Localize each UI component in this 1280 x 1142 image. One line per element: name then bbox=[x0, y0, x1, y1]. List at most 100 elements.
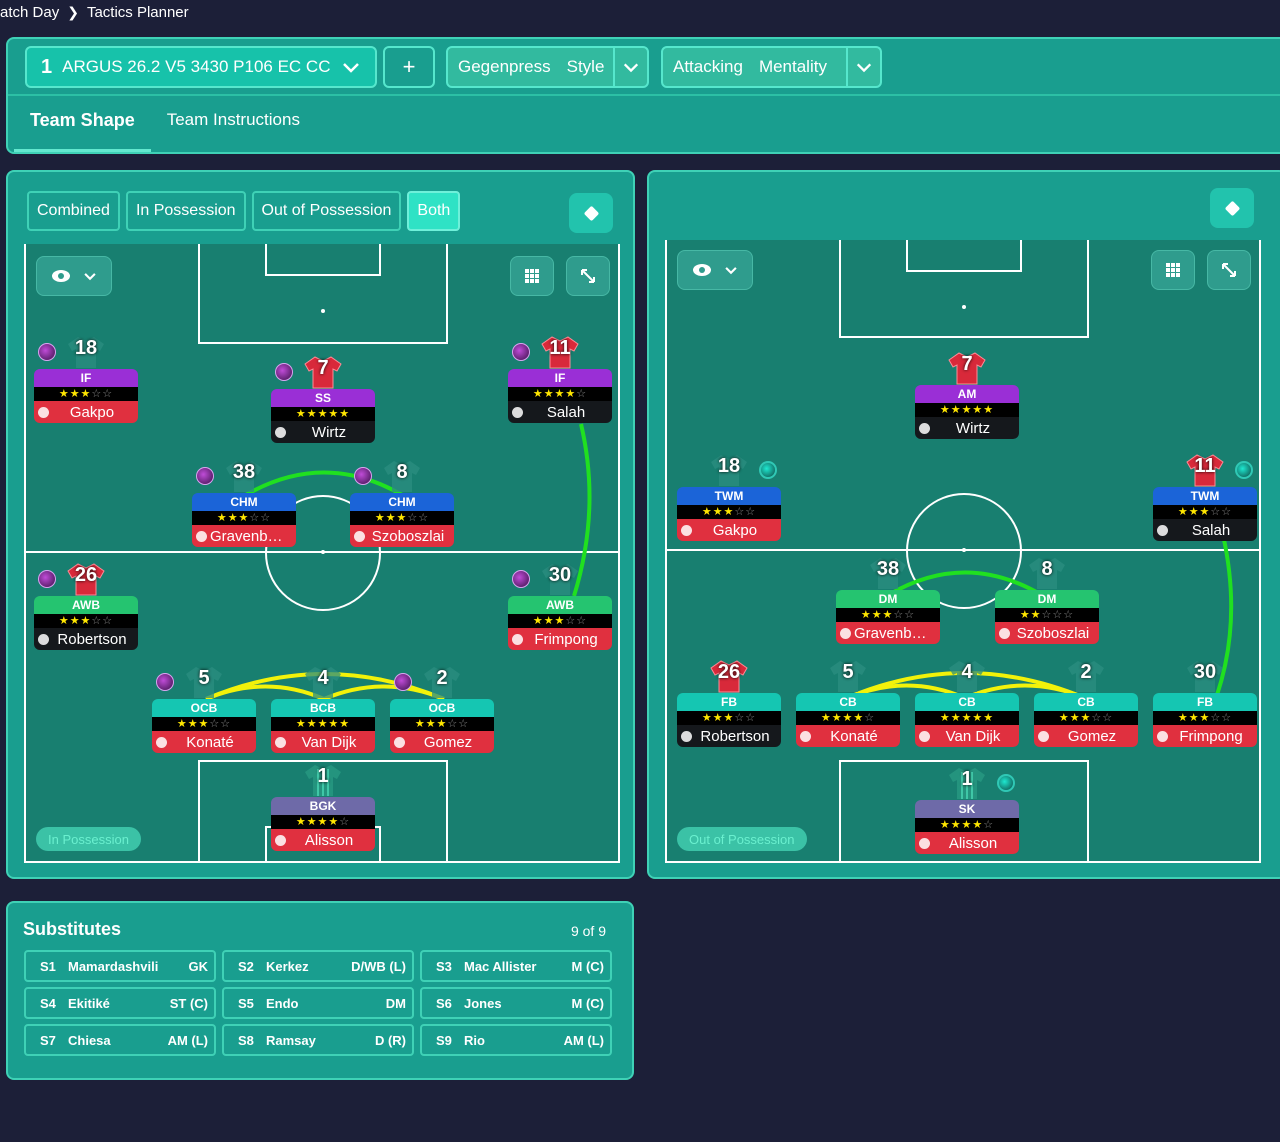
player-card[interactable]: 38 CHM ★★★☆☆ Gravenber... bbox=[192, 461, 296, 547]
role-label: CHM bbox=[350, 493, 454, 511]
player-card[interactable]: 11 IF ★★★★☆ Salah bbox=[508, 336, 612, 423]
out-of-possession-panel: Out of Possession 7 AM ★★★★★ Wirtz 18 TWM ★★★☆… bbox=[647, 170, 1280, 879]
chevron-down-icon bbox=[856, 63, 872, 73]
filter-both[interactable]: Both bbox=[407, 191, 461, 231]
substitute-item[interactable]: S7 Chiesa AM (L) bbox=[24, 1024, 216, 1056]
player-name: Wirtz bbox=[271, 421, 375, 443]
role-rating: ★★★☆☆ bbox=[192, 511, 296, 525]
visibility-dropdown[interactable] bbox=[36, 256, 112, 296]
diamond-icon bbox=[1224, 200, 1240, 216]
visibility-dropdown[interactable] bbox=[677, 250, 753, 290]
filter-out-of-possession[interactable]: Out of Possession bbox=[251, 191, 402, 231]
shirt-number: 1 bbox=[317, 765, 329, 787]
expand-button[interactable] bbox=[566, 256, 610, 296]
substitute-name: Kerkez bbox=[266, 958, 309, 974]
shirt-number: 26 bbox=[74, 564, 98, 586]
player-name: Robertson bbox=[677, 725, 781, 747]
grid-button[interactable] bbox=[1151, 250, 1195, 290]
shirt-number: 11 bbox=[549, 337, 571, 359]
expand-button[interactable] bbox=[1207, 250, 1251, 290]
substitute-name: Chiesa bbox=[68, 1032, 111, 1048]
expand-icon bbox=[1222, 263, 1236, 277]
formation-button[interactable] bbox=[569, 193, 613, 233]
substitute-slot: S9 bbox=[436, 1032, 452, 1048]
player-card[interactable]: 11 TWM ★★★☆☆ Salah bbox=[1153, 454, 1257, 541]
player-card[interactable]: 1 SK ★★★★☆ Alisson bbox=[915, 768, 1019, 854]
person-icon bbox=[512, 633, 523, 645]
player-card[interactable]: 7 AM ★★★★★ Wirtz bbox=[915, 352, 1019, 439]
player-name: Van Dijk bbox=[915, 725, 1019, 747]
person-icon bbox=[38, 406, 49, 418]
mentality-chevron-button[interactable] bbox=[846, 48, 880, 86]
player-card[interactable]: 18 IF ★★★☆☆ Gakpo bbox=[34, 337, 138, 423]
substitute-item[interactable]: S9 Rio AM (L) bbox=[420, 1024, 612, 1056]
pitch-in-possession: In Possession 18 IF ★★★☆☆ Gakpo 7 SS ★★★★★ Wirt… bbox=[24, 244, 620, 863]
role-label: SK bbox=[915, 800, 1019, 818]
substitute-item[interactable]: S3 Mac Allister M (C) bbox=[420, 950, 612, 982]
substitute-item[interactable]: S1 Mamardashvili GK bbox=[24, 950, 216, 982]
filter-combined[interactable]: Combined bbox=[27, 191, 120, 231]
tactic-number: 1 bbox=[41, 55, 53, 78]
player-card[interactable]: 5 OCB ★★★☆☆ Konaté bbox=[152, 667, 256, 753]
player-card[interactable]: 1 BGK ★★★★☆ Alisson bbox=[271, 765, 375, 851]
role-rating: ★★★☆☆ bbox=[34, 387, 138, 401]
role-label: TWM bbox=[677, 487, 781, 505]
player-card[interactable]: 26 FB ★★★☆☆ Robertson bbox=[677, 660, 781, 747]
role-label: TWM bbox=[1153, 487, 1257, 505]
role-rating: ★★★☆☆ bbox=[1153, 711, 1257, 725]
role-rating: ★★★★☆ bbox=[796, 711, 900, 725]
breadcrumb: atch Day ❯ Tactics Planner bbox=[0, 4, 189, 21]
substitute-item[interactable]: S2 Kerkez D/WB (L) bbox=[222, 950, 414, 982]
player-card[interactable]: 8 CHM ★★★☆☆ Szoboszlai bbox=[350, 461, 454, 547]
player-name: Frimpong bbox=[1153, 725, 1257, 747]
tab-team-instructions[interactable]: Team Instructions bbox=[151, 96, 316, 152]
add-tactic-button[interactable]: + bbox=[383, 46, 435, 88]
player-card[interactable]: 7 SS ★★★★★ Wirtz bbox=[271, 356, 375, 443]
player-card[interactable]: 4 CB ★★★★★ Van Dijk bbox=[915, 661, 1019, 747]
mentality-dropdown[interactable]: Attacking Mentality bbox=[661, 46, 882, 88]
grid-button[interactable] bbox=[510, 256, 554, 296]
player-name: Gravenber... bbox=[836, 622, 940, 644]
role-label: OCB bbox=[390, 699, 494, 717]
player-card[interactable]: 5 CB ★★★★☆ Konaté bbox=[796, 661, 900, 747]
player-card[interactable]: 4 BCB ★★★★★ Van Dijk bbox=[271, 667, 375, 753]
style-label: Style bbox=[566, 57, 605, 76]
expand-icon bbox=[581, 269, 595, 283]
player-name: Wirtz bbox=[915, 417, 1019, 439]
substitute-item[interactable]: S4 Ekitiké ST (C) bbox=[24, 987, 216, 1019]
player-card[interactable]: 38 DM ★★★☆☆ Gravenber... bbox=[836, 558, 940, 644]
eye-icon bbox=[693, 264, 711, 276]
player-card[interactable]: 2 OCB ★★★☆☆ Gomez bbox=[390, 667, 494, 753]
player-card[interactable]: 26 AWB ★★★☆☆ Robertson bbox=[34, 563, 138, 650]
player-card[interactable]: 2 CB ★★★☆☆ Gomez bbox=[1034, 661, 1138, 747]
player-card[interactable]: 30 FB ★★★☆☆ Frimpong bbox=[1153, 661, 1257, 747]
substitute-item[interactable]: S6 Jones M (C) bbox=[420, 987, 612, 1019]
formation-button[interactable] bbox=[1210, 188, 1254, 228]
person-icon bbox=[512, 406, 523, 418]
style-value: Gegenpress bbox=[458, 57, 551, 76]
substitute-name: Jones bbox=[464, 995, 502, 1011]
person-icon bbox=[275, 834, 286, 846]
tab-team-shape[interactable]: Team Shape bbox=[14, 96, 151, 152]
filter-in-possession[interactable]: In Possession bbox=[125, 191, 246, 231]
person-icon bbox=[394, 736, 405, 748]
style-dropdown[interactable]: Gegenpress Style bbox=[446, 46, 649, 88]
role-label: IF bbox=[508, 369, 612, 387]
chevron-down-icon bbox=[343, 63, 359, 73]
player-name: Gakpo bbox=[677, 519, 781, 541]
role-rating: ★★★☆☆ bbox=[152, 717, 256, 731]
role-label: BCB bbox=[271, 699, 375, 717]
breadcrumb-parent[interactable]: atch Day bbox=[0, 4, 59, 21]
person-icon bbox=[1038, 730, 1049, 742]
substitute-item[interactable]: S5 Endo DM bbox=[222, 987, 414, 1019]
centre-spot bbox=[321, 550, 325, 554]
player-card[interactable]: 30 AWB ★★★☆☆ Frimpong bbox=[508, 564, 612, 650]
style-chevron-button[interactable] bbox=[613, 48, 647, 86]
player-card[interactable]: 8 DM ★★☆☆☆ Szoboszlai bbox=[995, 558, 1099, 644]
shirt-number: 5 bbox=[198, 667, 210, 689]
view-filter: Combined In Possession Out of Possession… bbox=[27, 191, 461, 231]
tactic-select[interactable]: 1 ARGUS 26.2 V5 3430 P106 EC CC bbox=[25, 46, 377, 88]
chevron-down-icon bbox=[725, 267, 737, 275]
player-card[interactable]: 18 TWM ★★★☆☆ Gakpo bbox=[677, 455, 781, 541]
substitute-item[interactable]: S8 Ramsay D (R) bbox=[222, 1024, 414, 1056]
